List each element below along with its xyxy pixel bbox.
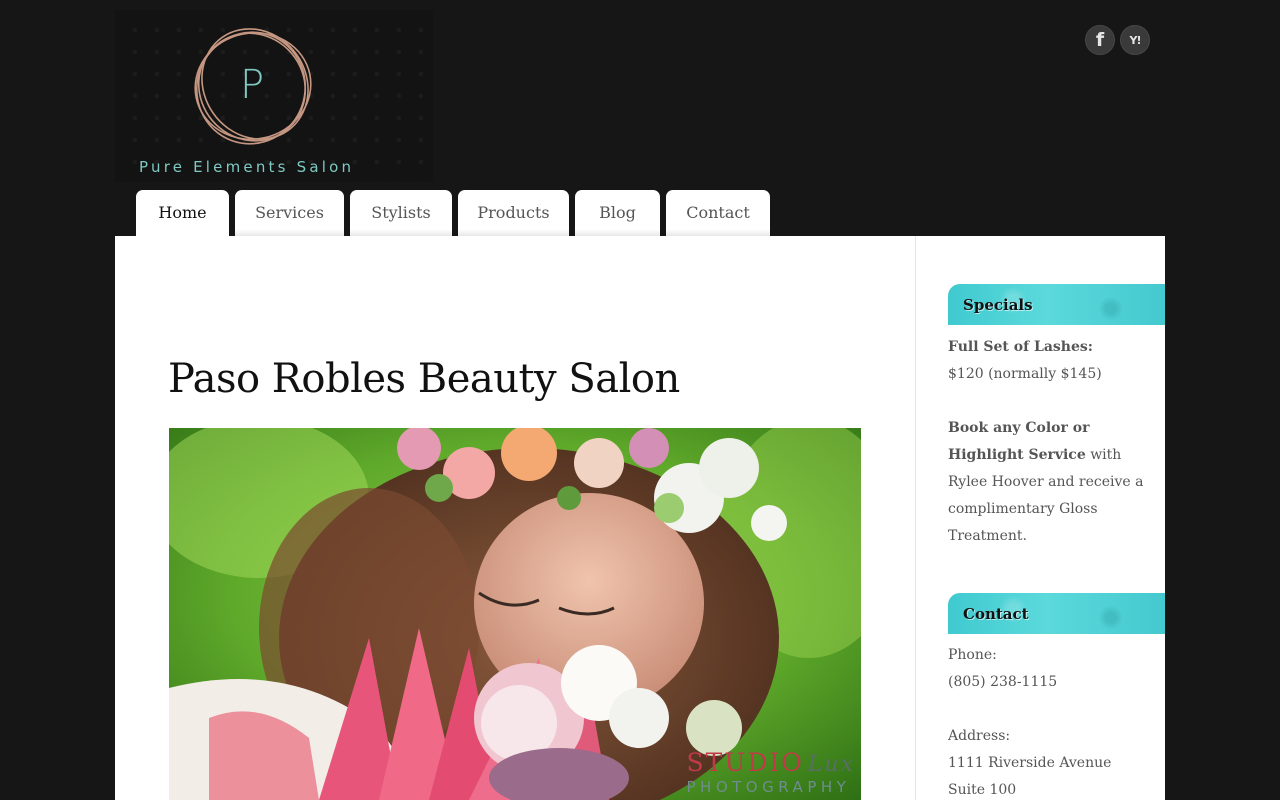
contact-heading: Contact bbox=[963, 604, 1029, 623]
tab-services[interactable]: Services bbox=[235, 190, 344, 236]
phone-number[interactable]: (805) 238-1115 bbox=[948, 669, 1148, 696]
specials-widget-header: Specials bbox=[948, 284, 1165, 325]
tab-home[interactable]: Home bbox=[136, 190, 229, 236]
yelp-icon[interactable]: Y! bbox=[1120, 25, 1150, 55]
phone-label: Phone: bbox=[948, 647, 997, 663]
logo-text: Pure Elements Salon bbox=[139, 158, 355, 176]
contact-widget-body: Phone: (805) 238-1115 Address: 1111 Rive… bbox=[948, 642, 1148, 800]
special-color-text-a: with bbox=[1085, 447, 1122, 463]
page-title: Paso Robles Beauty Salon bbox=[168, 356, 680, 402]
watermark-script: Lux bbox=[807, 752, 855, 777]
watermark-studio: STUDIO bbox=[686, 748, 804, 777]
main-nav: Home Services Stylists Products Blog Con… bbox=[136, 190, 770, 236]
special-lashes-title: Full Set of Lashes: bbox=[948, 339, 1093, 355]
logo-rings-graphic bbox=[194, 28, 312, 145]
special-lashes-price: $120 (normally $145) bbox=[948, 366, 1102, 382]
watermark-photography: PHOTOGRAPHY bbox=[686, 778, 851, 796]
logo-letter: P bbox=[240, 62, 265, 108]
tab-products[interactable]: Products bbox=[458, 190, 569, 236]
special-color-title-b: Highlight Service bbox=[948, 447, 1086, 463]
content-area: Paso Robles Beauty Salon STUDIO Lux PHOT… bbox=[115, 236, 1165, 800]
special-color-title-a: Book any Color or bbox=[948, 420, 1090, 436]
address-line-2: Suite 100 bbox=[948, 782, 1017, 798]
tab-stylists[interactable]: Stylists bbox=[350, 190, 452, 236]
special-color-text-b: Rylee Hoover and receive a bbox=[948, 474, 1144, 490]
page: P Pure Elements Salon f Y! Home Services… bbox=[0, 0, 1280, 800]
main-column: Paso Robles Beauty Salon STUDIO Lux PHOT… bbox=[115, 236, 916, 800]
specials-heading: Specials bbox=[963, 295, 1033, 314]
special-color-text-c: complimentary Gloss bbox=[948, 501, 1098, 517]
photo-watermark: STUDIO Lux PHOTOGRAPHY bbox=[686, 748, 855, 797]
specials-widget-body: Full Set of Lashes: $120 (normally $145)… bbox=[948, 334, 1148, 550]
special-color-text-d: Treatment. bbox=[948, 528, 1027, 544]
address-label: Address: bbox=[948, 728, 1011, 744]
sidebar: Specials Full Set of Lashes: $120 (norma… bbox=[948, 236, 1165, 800]
hero-image: STUDIO Lux PHOTOGRAPHY bbox=[169, 428, 861, 800]
hero-photo-graphic bbox=[169, 428, 861, 800]
site-logo[interactable]: P Pure Elements Salon bbox=[115, 10, 433, 182]
tab-blog[interactable]: Blog bbox=[575, 190, 660, 236]
facebook-icon[interactable]: f bbox=[1085, 25, 1115, 55]
address-line-1: 1111 Riverside Avenue bbox=[948, 755, 1112, 771]
tab-contact[interactable]: Contact bbox=[666, 190, 770, 236]
contact-widget-header: Contact bbox=[948, 593, 1165, 634]
